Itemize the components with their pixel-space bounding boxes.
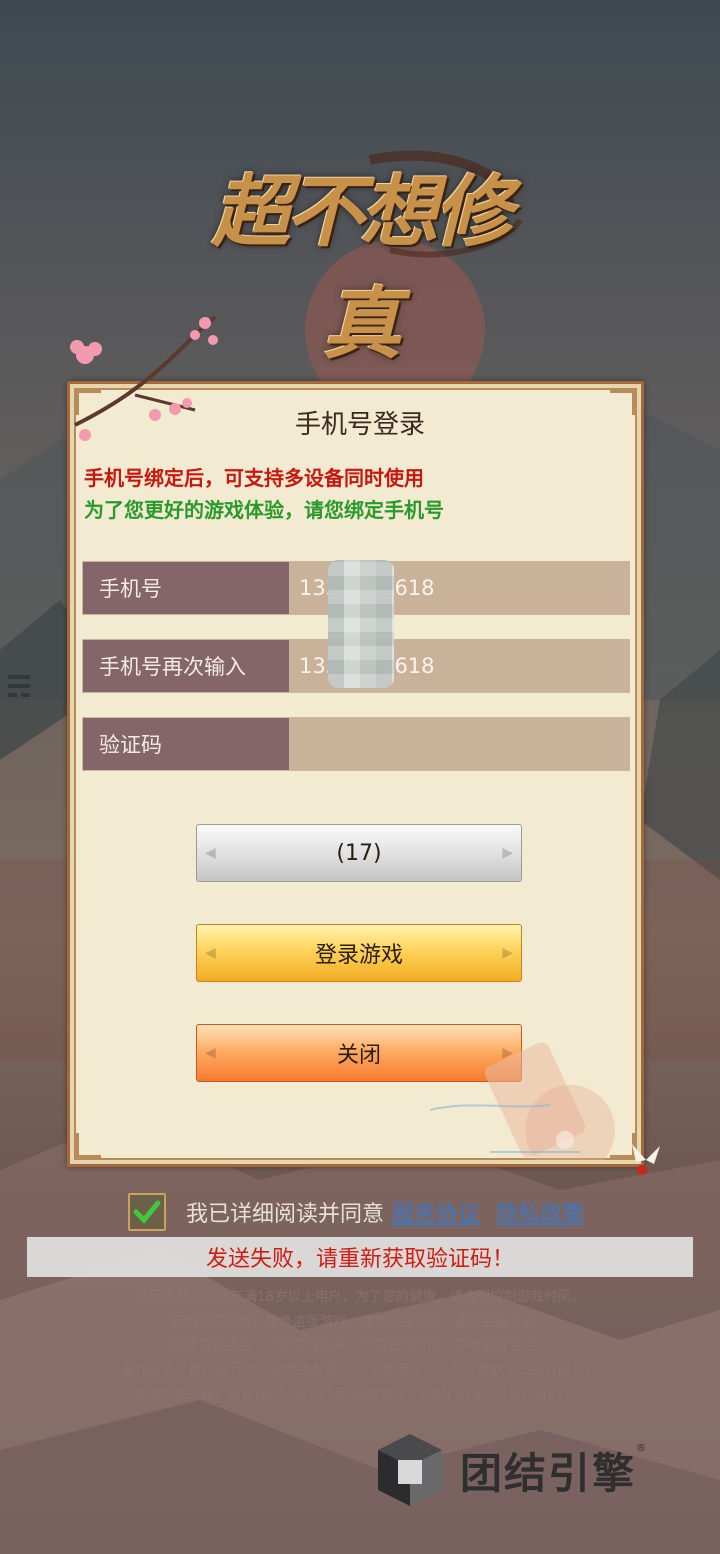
- login-game-button[interactable]: ◀ 登录游戏 ▶: [196, 924, 522, 982]
- verification-code-field-row: 验证码: [82, 717, 630, 771]
- legal-line: 本网络游戏适合年满18岁以上用户，为了您的健康，请合理控制游戏时间。: [135, 1289, 585, 1305]
- game-logo: 超不想修真: [190, 140, 530, 370]
- chevron-right-icon: ▶: [502, 845, 513, 861]
- chevron-right-icon: ▶: [502, 945, 513, 961]
- error-toast: 发送失败，请重新获取验证码！: [27, 1237, 693, 1277]
- agreement-row: 我已详细阅读并同意 服务协议 隐私政策: [128, 1190, 600, 1234]
- notice-bind-phone: 为了您更好的游戏体验，请您绑定手机号: [84, 498, 444, 522]
- engine-name: 团结引擎: [460, 1448, 637, 1498]
- engine-logo: 团结引擎 ®: [372, 1425, 672, 1515]
- chevron-left-icon: ◀: [205, 945, 216, 961]
- service-agreement-link[interactable]: 服务协议: [392, 1196, 480, 1228]
- legal-line: 抵制不良游戏，拒绝盗版游戏，注意自我保护，谨防受骗上当。: [171, 1314, 549, 1330]
- phone-confirm-label: 手机号再次输入: [83, 640, 289, 692]
- login-game-label: 登录游戏: [314, 943, 403, 968]
- legal-line: 适度游戏益脑，沉迷游戏伤身，合理安排时间，享受健康生活。: [171, 1338, 549, 1354]
- phone-label: 手机号: [83, 562, 289, 614]
- countdown-label: (17): [336, 840, 382, 866]
- error-toast-message: 发送失败，请重新获取验证码！: [205, 1247, 514, 1272]
- phone-illustration-icon: [430, 1042, 615, 1160]
- agreement-text: 我已详细阅读并同意: [186, 1202, 385, 1227]
- privacy-policy-link[interactable]: 隐私政策: [496, 1196, 584, 1228]
- engine-cube-icon: [378, 1434, 442, 1506]
- dialog-title: 手机号登录: [294, 410, 425, 440]
- corner-ornament: [76, 1133, 101, 1158]
- close-label: 关闭: [336, 1043, 381, 1068]
- legal-line: 著作权人：厦门街行走文化传播有限公司 出版单位：河北过精数字出版有限公司: [121, 1362, 599, 1378]
- chevron-left-icon: ◀: [205, 845, 216, 861]
- verification-code-input[interactable]: [289, 718, 629, 770]
- verification-code-label: 验证码: [83, 718, 289, 770]
- registered-mark: ®: [636, 1443, 647, 1454]
- agreement-checkbox[interactable]: [128, 1193, 166, 1231]
- legal-line: 批准文号：新广出审[2018]1237号 出版物号：ISBN 978-7-498…: [133, 1387, 587, 1403]
- privacy-mosaic: [328, 560, 394, 688]
- checkmark-icon: [133, 1200, 161, 1224]
- notice-multi-device: 手机号绑定后，可支持多设备同时使用: [84, 466, 424, 490]
- logo-text: 超不想修真: [211, 167, 512, 370]
- resend-code-countdown-button[interactable]: ◀ (17) ▶: [196, 824, 522, 882]
- chevron-left-icon: ◀: [205, 1045, 216, 1061]
- butterfly-icon: [632, 1144, 660, 1175]
